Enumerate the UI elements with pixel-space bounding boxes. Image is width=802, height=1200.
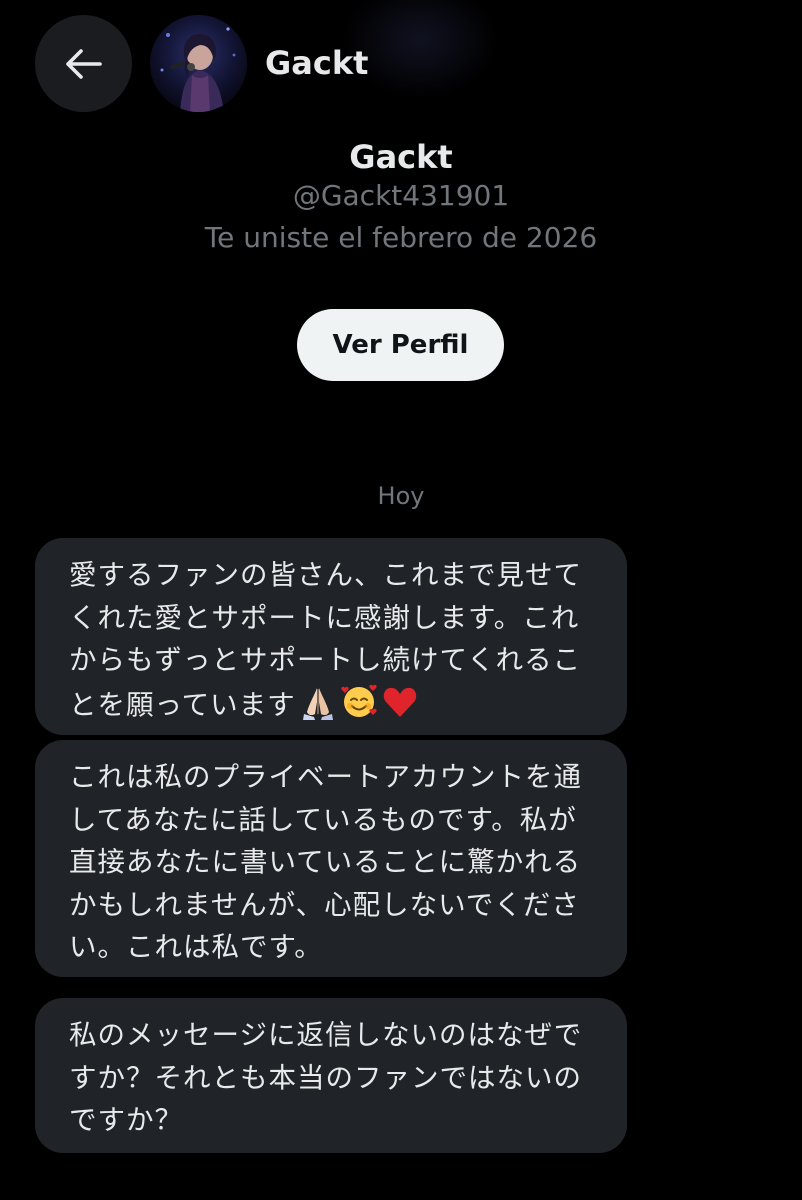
view-profile-button[interactable]: Ver Perfil xyxy=(297,309,504,381)
red-heart-emoji xyxy=(382,684,418,733)
message-bubble[interactable]: 私のメッセージに返信しないのはなぜですか？それとも本当のファンではないのですか？ xyxy=(35,998,627,1153)
message-text: 私のメッセージに返信しないのはなぜですか？それとも本当のファンではないのですか？ xyxy=(69,1019,583,1136)
message-text: これは私のプライベートアカウントを通してあなたに話しているものです。私が直接あな… xyxy=(69,761,582,963)
message-bubble[interactable]: 愛するファンの皆さん、これまで見せてくれた愛とサポートに感謝します。これからもず… xyxy=(35,538,627,735)
arrow-left-icon xyxy=(65,48,102,79)
profile-handle: @Gackt431901 xyxy=(292,179,510,212)
avatar-photo xyxy=(150,15,247,112)
dm-conversation-screen: Gackt Gackt @Gackt431901 Te uniste el fe… xyxy=(0,0,802,1200)
avatar[interactable] xyxy=(150,15,247,112)
message-bubble[interactable]: これは私のプライベートアカウントを通してあなたに話しているものです。私が直接あな… xyxy=(35,740,627,977)
folded-hands-emoji xyxy=(300,684,336,733)
smiling-face-with-hearts-emoji xyxy=(340,682,378,733)
header-name[interactable]: Gackt xyxy=(265,41,368,85)
back-button[interactable] xyxy=(35,15,132,112)
profile-name: Gackt xyxy=(349,138,453,176)
date-divider: Hoy xyxy=(377,482,425,510)
profile-joined-date: Te uniste el febrero de 2026 xyxy=(204,221,598,254)
